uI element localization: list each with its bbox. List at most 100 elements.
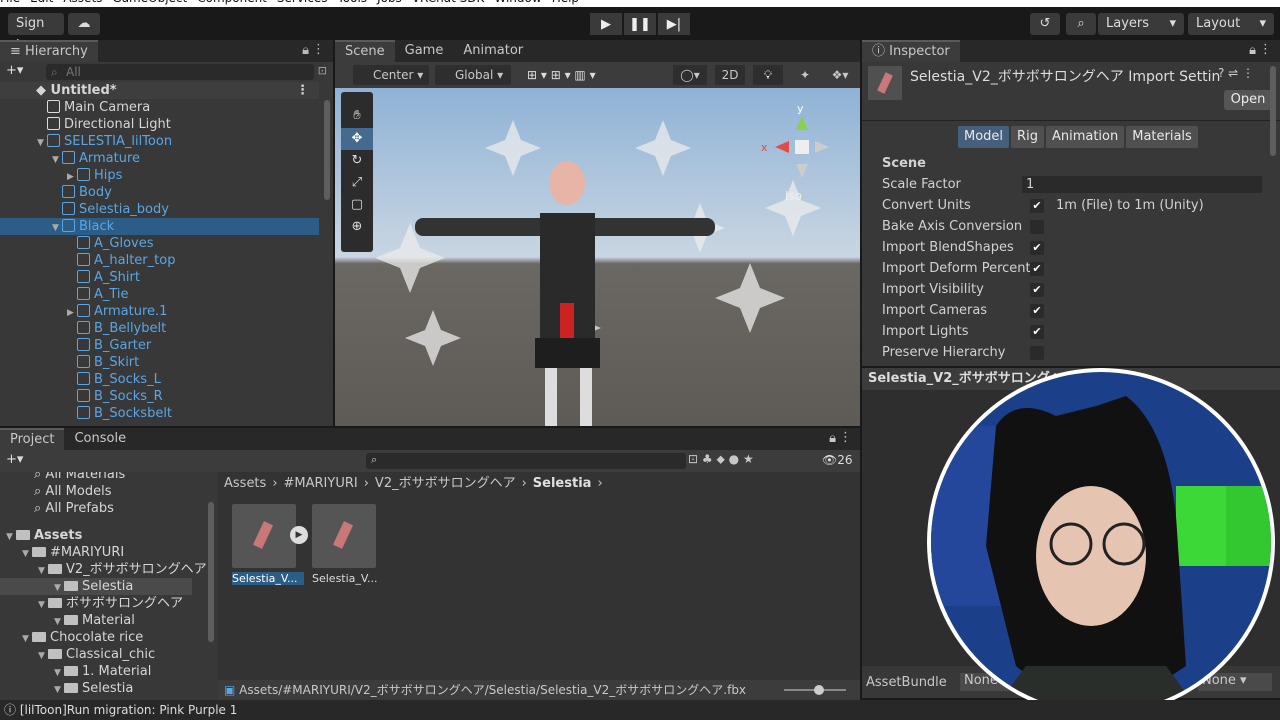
scale-tool-icon[interactable]: ⤢ <box>341 172 373 194</box>
menu-item[interactable]: VRChat SDK <box>412 0 485 5</box>
setting-checkbox[interactable] <box>1030 346 1044 360</box>
grid-snap-icon[interactable]: ⊞ ▾ ⊞ ▾ ▥ ▾ <box>527 65 647 85</box>
hierarchy-row[interactable]: B_Skirt <box>0 354 319 371</box>
layers-dropdown[interactable]: Layers ▾ <box>1098 13 1184 35</box>
lock-icon[interactable]: 🔒︎ <box>829 431 836 446</box>
scene-row[interactable]: ◆ Untitled* ⋮ <box>0 82 319 99</box>
setting-checkbox[interactable]: ✔ <box>1030 304 1044 318</box>
menu-item[interactable]: Help <box>552 0 579 5</box>
setting-checkbox[interactable]: ✔ <box>1030 283 1044 297</box>
open-button[interactable]: Open <box>1224 90 1272 110</box>
transform-tool-icon[interactable]: ⊕ <box>341 216 373 238</box>
folder-item[interactable]: ▼ Assets <box>0 527 192 544</box>
project-search-input[interactable]: ⌕ <box>366 453 686 469</box>
favorite-item[interactable]: ⌕ All Materials <box>34 472 192 483</box>
menu-item[interactable]: Window <box>494 0 541 5</box>
hierarchy-row[interactable]: A_Tie <box>0 286 319 303</box>
hierarchy-row[interactable]: B_Socks_R <box>0 388 319 405</box>
menu-item[interactable]: Component <box>197 0 267 5</box>
breadcrumb-item[interactable]: #MARIYURI <box>284 474 358 494</box>
tab-hierarchy[interactable]: ≡ Hierarchy <box>0 40 98 62</box>
2d-toggle[interactable]: 2D <box>715 65 745 85</box>
sign-in-button[interactable]: Sign in <box>8 13 64 53</box>
tab-animator[interactable]: Animator <box>453 40 534 62</box>
pause-button[interactable]: ❚❚ <box>624 13 656 35</box>
hierarchy-row[interactable]: ▼ SELESTIA_lilToon <box>0 133 319 150</box>
folder-item[interactable]: ▼ Selestia <box>0 680 192 697</box>
expand-arrow-icon[interactable]: ▼ <box>54 682 64 699</box>
setting-checkbox[interactable]: ✔ <box>1030 241 1044 255</box>
favorite-item[interactable]: ⌕ All Prefabs <box>34 500 192 517</box>
folder-item[interactable]: ▼ Chocolate rice <box>0 629 192 646</box>
setting-checkbox[interactable]: ✔ <box>1030 199 1044 213</box>
setting-checkbox[interactable]: ✔ <box>1030 325 1044 339</box>
lighting-toggle-icon[interactable]: 💡︎ <box>753 65 783 85</box>
history-icon[interactable]: ↺ <box>1030 13 1060 35</box>
filter-icon[interactable]: ⊡ <box>318 64 327 77</box>
tab-inspector[interactable]: ⓘ Inspector <box>862 40 960 62</box>
folder-item[interactable]: ▼ Classical_chic <box>0 646 192 663</box>
hierarchy-search-input[interactable]: ⌕ All <box>46 64 314 80</box>
scene-viewport[interactable]: y x Iso <box>335 88 860 426</box>
hierarchy-row[interactable]: A_halter_top <box>0 252 319 269</box>
asset-item[interactable]: ▶ Selestia_V... <box>232 504 308 588</box>
rotate-tool-icon[interactable]: ↻ <box>341 150 373 172</box>
hierarchy-row[interactable]: ▼ Black <box>0 218 319 235</box>
breadcrumb-item[interactable]: V2_ボサボサロングヘア <box>375 474 516 494</box>
inspector-scrollbar[interactable] <box>1270 66 1276 156</box>
tab-project[interactable]: Project <box>0 428 65 450</box>
hierarchy-row[interactable]: B_Garter <box>0 337 319 354</box>
menu-item[interactable]: Assets <box>63 0 102 5</box>
hierarchy-row[interactable]: ▶ Hips <box>0 167 319 184</box>
menu-item[interactable]: Edit <box>30 0 53 5</box>
tab-scene[interactable]: Scene <box>335 40 395 62</box>
folder-item[interactable]: ▼ V2_ボサボサロングヘア <box>0 561 206 578</box>
hierarchy-row[interactable]: A_Shirt <box>0 269 319 286</box>
search-icon[interactable]: ⌕ <box>1066 13 1096 35</box>
kebab-menu-icon[interactable]: ⋮ <box>312 42 325 57</box>
expand-prefab-icon[interactable]: ▶ <box>290 526 308 544</box>
filter-type-icon[interactable]: ⊡ ♣ ⬥ ● ★ <box>688 452 754 467</box>
lock-icon[interactable]: 🔒︎ <box>302 43 309 58</box>
folder-item[interactable]: ▼ 1. Material <box>0 663 192 680</box>
menu-item[interactable]: Tools <box>338 0 368 5</box>
hierarchy-row[interactable]: A_Gloves <box>0 235 319 252</box>
scale-factor-input[interactable]: 1 <box>1022 176 1262 193</box>
menu-item[interactable]: File <box>0 0 20 5</box>
hierarchy-row[interactable]: B_Socksbelt <box>0 405 319 422</box>
breadcrumb-item[interactable]: Assets <box>224 474 266 494</box>
kebab-menu-icon[interactable]: ⋮ <box>839 430 852 445</box>
kebab-menu-icon[interactable]: ⋮ <box>296 82 309 99</box>
tab-game[interactable]: Game <box>394 40 454 62</box>
audio-toggle-icon[interactable]: ✦ <box>790 65 820 85</box>
menu-item[interactable]: Jobs <box>377 0 402 5</box>
pivot-center-dropdown[interactable]: Center ▾ <box>353 65 429 85</box>
effects-toggle-icon[interactable]: ❖▾ <box>825 65 855 85</box>
menu-item[interactable]: GameObject <box>112 0 187 5</box>
hierarchy-row[interactable]: Selestia_body <box>0 201 319 218</box>
tab-model[interactable]: Model <box>958 126 1010 148</box>
asset-item[interactable]: Selestia_V... <box>312 504 384 588</box>
layout-dropdown[interactable]: Layout ▾ <box>1188 13 1274 35</box>
folder-item[interactable]: ▼ Selestia <box>0 578 192 595</box>
step-button[interactable]: ▶| <box>658 13 690 35</box>
folder-item[interactable]: ▼ #MARIYURI <box>0 544 192 561</box>
hierarchy-scrollbar[interactable] <box>324 100 330 200</box>
setting-checkbox[interactable] <box>1030 220 1044 234</box>
icon-size-slider[interactable] <box>784 685 846 695</box>
breadcrumb-item[interactable]: Selestia <box>533 474 592 494</box>
move-tool-icon[interactable]: ✥ <box>341 128 373 150</box>
lock-icon[interactable]: 🔒︎ <box>1249 43 1256 58</box>
folder-item[interactable]: ▼ Material <box>0 612 192 629</box>
hierarchy-row[interactable]: Body <box>0 184 319 201</box>
hierarchy-row[interactable]: Directional Light <box>0 116 319 133</box>
kebab-menu-icon[interactable]: ⋮ <box>1259 42 1272 57</box>
add-button[interactable]: +▾ <box>6 452 23 467</box>
hand-tool-icon[interactable]: ✋︎ <box>341 104 373 128</box>
play-button[interactable]: ▶ <box>590 13 622 35</box>
shading-mode-icon[interactable]: ◯▾ <box>673 65 707 85</box>
favorite-item[interactable]: ⌕ All Models <box>34 483 192 500</box>
header-icons[interactable]: ? ⇌ ⋮ <box>1218 66 1254 80</box>
cloud-icon[interactable]: ☁ <box>68 13 100 35</box>
hierarchy-row[interactable]: ▶ Armature.1 <box>0 303 319 320</box>
